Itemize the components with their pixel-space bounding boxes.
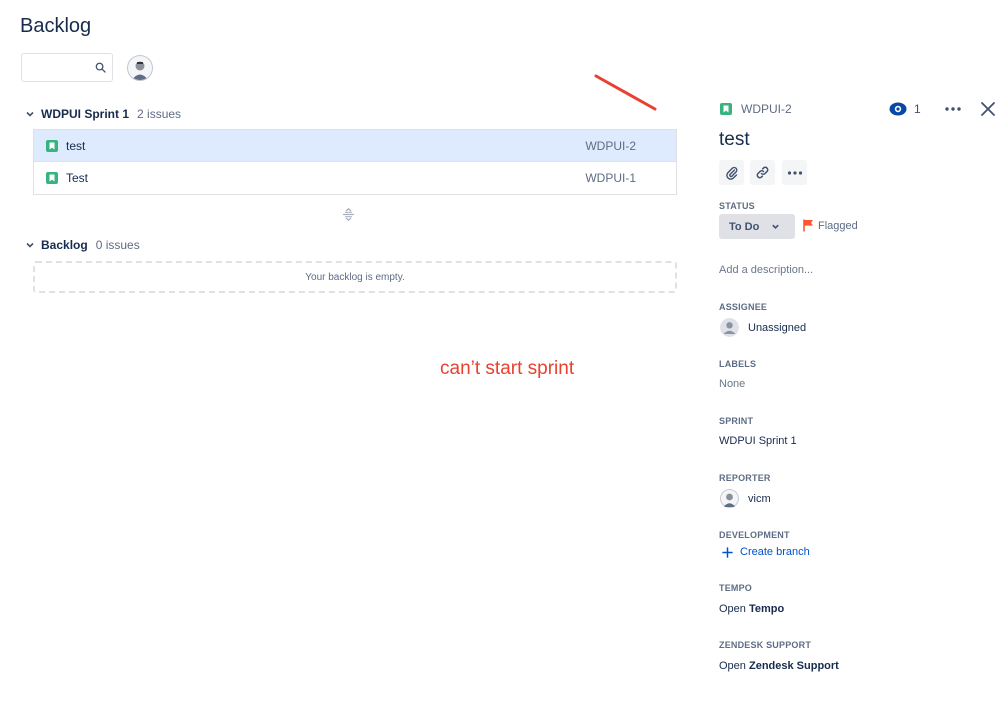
sprint-name: WDPUI Sprint 1 xyxy=(41,107,130,121)
status-dropdown[interactable]: To Do xyxy=(719,214,795,239)
sprint-issue-list: test WDPUI-2 Test WDPUI-1 xyxy=(33,129,677,195)
issue-row[interactable]: Test WDPUI-1 xyxy=(34,162,676,194)
tempo-label: TEMPO xyxy=(719,583,753,593)
issue-key[interactable]: WDPUI-1 xyxy=(585,171,636,185)
zendesk-prefix: Open xyxy=(719,660,746,672)
watch-count[interactable]: 1 xyxy=(914,102,921,116)
avatar-photo xyxy=(132,61,148,80)
issue-key-link[interactable]: WDPUI-2 xyxy=(741,102,792,116)
empty-backlog-text: Your backlog is empty. xyxy=(305,271,405,283)
zendesk-link-text: Zendesk Support xyxy=(748,660,839,672)
reporter-value: vicm xyxy=(748,492,771,505)
more-icon[interactable] xyxy=(944,101,962,117)
issue-key[interactable]: WDPUI-2 xyxy=(585,139,636,153)
backlog-issue-count: 0 issues xyxy=(95,238,140,252)
user-avatar-filter[interactable] xyxy=(127,55,153,81)
backlog-name: Backlog xyxy=(41,238,88,252)
plus-icon xyxy=(722,546,733,558)
paperclip-icon xyxy=(725,166,737,180)
labels-label: LABELS xyxy=(719,359,757,369)
assignee-label: ASSIGNEE xyxy=(719,302,768,312)
empty-backlog-dropzone: Your backlog is empty. xyxy=(33,261,677,293)
chevron-down-icon[interactable] xyxy=(25,109,35,119)
search-icon xyxy=(95,62,106,73)
story-icon xyxy=(46,172,58,184)
status-value: To Do xyxy=(729,220,760,233)
more-icon xyxy=(787,170,802,175)
story-icon xyxy=(720,103,732,115)
development-label: DEVELOPMENT xyxy=(719,530,790,540)
issue-title[interactable]: test xyxy=(719,129,750,151)
search-input[interactable] xyxy=(22,54,102,81)
eye-icon[interactable] xyxy=(889,102,907,116)
attach-button[interactable] xyxy=(719,160,744,185)
zendesk-label: ZENDESK SUPPORT xyxy=(719,640,812,650)
sprint-header[interactable]: WDPUI Sprint 1 2 issues xyxy=(25,107,181,121)
sprint-label: SPRINT xyxy=(719,416,754,426)
search-box[interactable] xyxy=(21,53,113,82)
chevron-down-icon[interactable] xyxy=(25,240,35,250)
flagged-label: Flagged xyxy=(818,219,858,232)
flagged-indicator[interactable]: Flagged xyxy=(803,219,858,232)
sprint-issue-count: 2 issues xyxy=(137,107,182,121)
status-label: STATUS xyxy=(719,201,755,211)
link-icon xyxy=(756,166,769,179)
unassigned-avatar-icon xyxy=(720,318,739,337)
labels-value[interactable]: None xyxy=(719,378,745,390)
avatar xyxy=(720,489,739,508)
assignee-value: Unassigned xyxy=(748,321,807,334)
drag-divider-icon[interactable] xyxy=(342,208,355,221)
page-title: Backlog xyxy=(20,15,92,37)
chevron-down-icon xyxy=(772,224,780,229)
sprint-value[interactable]: WDPUI Sprint 1 xyxy=(719,435,797,447)
flag-icon xyxy=(803,219,813,232)
issue-summary[interactable]: Test xyxy=(66,171,585,185)
annotation-arrow xyxy=(594,74,657,111)
more-actions-button[interactable] xyxy=(782,160,807,185)
annotation-text: can’t start sprint xyxy=(440,358,575,379)
assignee-field[interactable]: Unassigned xyxy=(720,318,806,337)
tempo-link-text: Tempo xyxy=(748,603,785,615)
link-issue-button[interactable] xyxy=(750,160,775,185)
reporter-label: REPORTER xyxy=(719,473,771,483)
story-icon xyxy=(46,139,58,152)
close-icon[interactable] xyxy=(980,101,996,117)
zendesk-open-link[interactable]: Open Zendesk Support xyxy=(719,660,839,672)
create-branch-link[interactable]: Create branch xyxy=(722,546,810,558)
tempo-open-link[interactable]: Open Tempo xyxy=(719,603,784,615)
reporter-field[interactable]: vicm xyxy=(720,489,771,508)
tempo-prefix: Open xyxy=(719,603,746,615)
create-branch-label: Create branch xyxy=(740,546,810,558)
issue-summary[interactable]: test xyxy=(66,139,585,153)
description-field[interactable]: Add a description... xyxy=(719,264,813,276)
backlog-header[interactable]: Backlog 0 issues xyxy=(25,238,140,252)
issue-row[interactable]: test WDPUI-2 xyxy=(34,130,676,162)
